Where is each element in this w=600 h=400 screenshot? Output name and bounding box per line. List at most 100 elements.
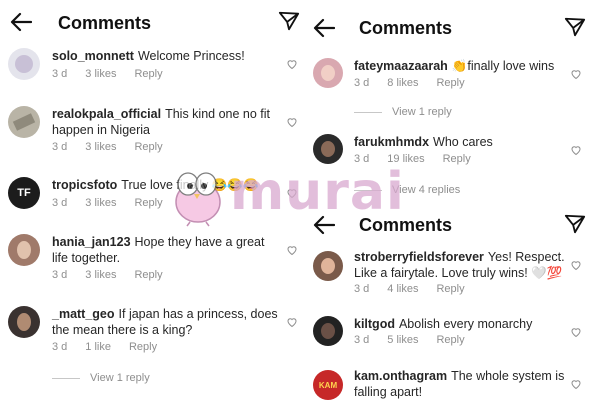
comment-username[interactable]: realokpala_official	[52, 107, 161, 121]
comment-username[interactable]: stroberryfieldsforever	[354, 250, 484, 264]
avatar[interactable]	[313, 251, 343, 281]
comment-username[interactable]: kiltgod	[354, 317, 395, 331]
send-icon[interactable]	[564, 213, 586, 235]
heart-icon[interactable]	[570, 326, 582, 338]
comment-time: 3 d	[354, 77, 370, 89]
comment-emoji: 👏	[451, 59, 468, 73]
comment-likes[interactable]: 19 likes	[387, 153, 424, 165]
comment-body: Abolish every monarchy	[398, 317, 533, 331]
view-replies-link[interactable]: View 1 reply	[52, 372, 150, 384]
back-arrow-icon[interactable]	[10, 12, 32, 32]
comment-body: True love finally	[121, 178, 209, 192]
heart-icon[interactable]	[286, 187, 298, 199]
reply-button[interactable]: Reply	[134, 269, 162, 281]
comment-text: fateymaazaarah 👏finally love wins	[354, 58, 574, 74]
comment-username[interactable]: farukmhmdx	[354, 135, 429, 149]
right-top-comments-panel: Comments fateymaazaarah 👏finally love win…	[303, 0, 600, 205]
reply-button[interactable]: Reply	[134, 197, 162, 209]
comment-likes[interactable]: 4 likes	[387, 283, 418, 295]
comment-text: realokpala_official This kind one no fit …	[52, 106, 282, 138]
avatar[interactable]: TF	[8, 177, 40, 209]
comment-body: finally love wins	[467, 59, 555, 73]
comment-time: 3 d	[52, 141, 68, 153]
reply-button[interactable]: Reply	[436, 334, 464, 346]
heart-icon[interactable]	[570, 68, 582, 80]
comment-likes[interactable]: 5 likes	[387, 334, 418, 346]
comment-meta: 3 d 4 likes Reply	[354, 283, 483, 295]
heart-icon[interactable]	[286, 58, 298, 70]
heart-icon[interactable]	[286, 316, 298, 328]
page-title: Comments	[58, 13, 152, 33]
comment-meta: 3 d 19 likes Reply	[354, 153, 489, 165]
avatar[interactable]: KAM	[313, 370, 343, 400]
reply-button[interactable]: Reply	[134, 68, 162, 80]
avatar[interactable]	[8, 306, 40, 338]
comment-time: 3 d	[354, 153, 370, 165]
view-replies-link[interactable]: View 1 reply	[354, 106, 452, 118]
comment-item: stroberryfieldsforever Yes! Respect. Like…	[303, 249, 600, 301]
avatar[interactable]	[8, 234, 40, 266]
comment-item: realokpala_official This kind one no fit …	[0, 106, 303, 158]
reply-button[interactable]: Reply	[436, 77, 464, 89]
comment-username[interactable]: _matt_geo	[52, 307, 115, 321]
comment-item: fateymaazaarah 👏finally love wins 3 d 8 li…	[303, 58, 600, 98]
comment-meta: 3 d 3 likes Reply	[52, 269, 181, 281]
comment-item: _matt_geo If japan has a princess, does t…	[0, 306, 303, 358]
comment-meta: 3 d 3 likes Reply	[52, 141, 181, 153]
back-arrow-icon[interactable]	[313, 215, 335, 235]
comments-header: Comments	[0, 0, 303, 44]
comment-text: farukmhmdx Who cares	[354, 134, 574, 150]
send-icon[interactable]	[278, 10, 300, 32]
heart-icon[interactable]	[286, 116, 298, 128]
comment-text: hania_jan123 Hope they have a great life …	[52, 234, 282, 266]
view-replies-link[interactable]: View 4 replies	[354, 184, 460, 196]
reply-button[interactable]: Reply	[443, 153, 471, 165]
send-icon[interactable]	[564, 16, 586, 38]
heart-icon[interactable]	[286, 244, 298, 256]
avatar[interactable]	[313, 58, 343, 88]
comment-likes[interactable]: 3 likes	[85, 141, 116, 153]
comment-emoji: 🤍💯	[531, 266, 563, 280]
heart-icon[interactable]	[570, 259, 582, 271]
avatar[interactable]	[313, 134, 343, 164]
comment-emoji: 😂😂😂	[211, 178, 259, 192]
comment-body: Who cares	[433, 135, 493, 149]
comment-text: stroberryfieldsforever Yes! Respect. Like…	[354, 249, 569, 281]
comment-time: 3 d	[52, 269, 68, 281]
back-arrow-icon[interactable]	[313, 18, 335, 38]
comment-meta: 3 d 1 like Reply	[52, 341, 175, 353]
reply-button[interactable]: Reply	[129, 341, 157, 353]
comment-likes[interactable]: 3 likes	[85, 269, 116, 281]
avatar[interactable]	[313, 316, 343, 346]
comment-username[interactable]: solo_monnett	[52, 49, 134, 63]
avatar[interactable]	[8, 106, 40, 138]
comment-text: solo_monnett Welcome Princess!	[52, 48, 282, 64]
comment-username[interactable]: kam.onthagram	[354, 369, 447, 383]
view-replies-label: View 1 reply	[90, 372, 150, 384]
comment-meta: 3 d 8 likes Reply	[354, 77, 483, 89]
avatar[interactable]	[8, 48, 40, 80]
view-replies-label: View 4 replies	[392, 184, 461, 196]
comment-likes[interactable]: 1 like	[85, 341, 111, 353]
comment-username[interactable]: fateymaazaarah	[354, 59, 448, 73]
heart-icon[interactable]	[570, 378, 582, 390]
comment-likes[interactable]: 3 likes	[85, 68, 116, 80]
comment-username[interactable]: hania_jan123	[52, 235, 131, 249]
comment-likes[interactable]: 3 likes	[85, 197, 116, 209]
reply-button[interactable]: Reply	[134, 141, 162, 153]
comment-meta: 3 d 3 likes Reply	[52, 197, 181, 209]
comment-text: tropicsfoto True love finally 😂😂😂	[52, 177, 282, 193]
comment-likes[interactable]: 8 likes	[387, 77, 418, 89]
comment-item: hania_jan123 Hope they have a great life …	[0, 234, 303, 286]
heart-icon[interactable]	[570, 144, 582, 156]
comment-body: Welcome Princess!	[137, 49, 245, 63]
comment-time: 3 d	[52, 197, 68, 209]
comments-header: Comments	[303, 205, 600, 249]
comment-time: 3 d	[52, 341, 68, 353]
comment-item: farukmhmdx Who cares 3 d 19 likes Reply	[303, 134, 600, 174]
comment-text: kiltgod Abolish every monarchy	[354, 316, 569, 332]
comment-username[interactable]: tropicsfoto	[52, 178, 117, 192]
comment-text: _matt_geo If japan has a princess, does t…	[52, 306, 282, 338]
reply-button[interactable]: Reply	[436, 283, 464, 295]
page-title: Comments	[359, 215, 453, 235]
